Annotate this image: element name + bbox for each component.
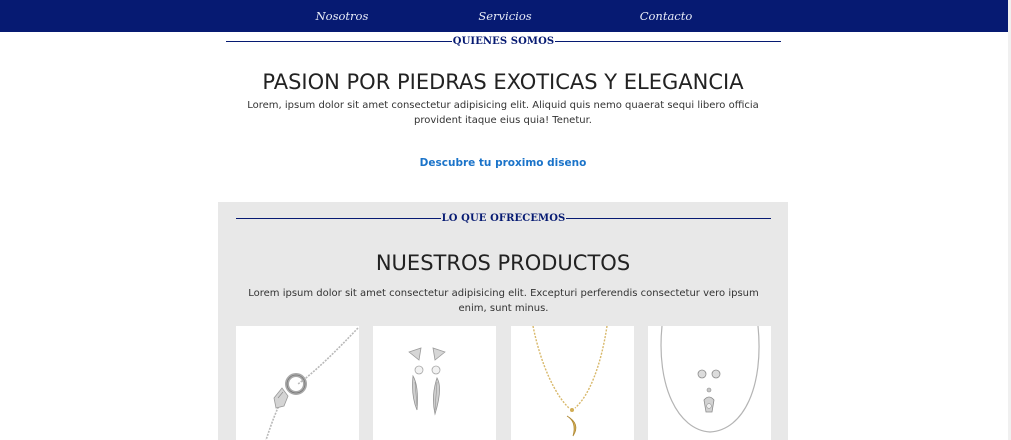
about-section-label: QUIENES SOMOS <box>452 35 555 47</box>
about-section-divider: QUIENES SOMOS <box>226 34 781 48</box>
products-section-divider: LO QUE OFRECEMOS <box>236 211 771 225</box>
about-title: PASION POR PIEDRAS EXOTICAS Y ELEGANCIA <box>262 70 744 94</box>
divider-line-right <box>555 40 781 42</box>
product-card-earrings[interactable] <box>373 326 496 440</box>
divider-line-left <box>236 217 441 219</box>
divider-line-left <box>226 40 452 42</box>
products-description: Lorem ipsum dolor sit amet consectetur a… <box>236 286 771 316</box>
about-description: Lorem, ipsum dolor sit amet consectetur … <box>236 98 770 128</box>
products-description-line-2: enim, sunt minus. <box>458 303 549 314</box>
nav-link-nosotros[interactable]: Nosotros <box>316 9 369 23</box>
nav-link-contacto[interactable]: Contacto <box>640 9 693 23</box>
silver-bracelet-image <box>265 327 359 440</box>
nav-link-servicios[interactable]: Servicios <box>478 9 531 23</box>
top-navbar: Nosotros Servicios Contacto <box>0 0 1008 32</box>
products-section-label: LO QUE OFRECEMOS <box>441 212 566 224</box>
product-card-moon-necklace[interactable] <box>511 326 634 440</box>
product-card-jewelry-set[interactable] <box>648 326 771 440</box>
about-description-line-1: Lorem, ipsum dolor sit amet consectetur … <box>247 100 759 111</box>
products-description-line-1: Lorem ipsum dolor sit amet consectetur a… <box>248 288 759 299</box>
gold-moon-necklace-image <box>532 326 608 437</box>
silver-jewelry-set-image <box>660 326 760 433</box>
silver-earrings-image <box>408 347 446 416</box>
divider-line-right <box>566 217 771 219</box>
about-description-line-2: provident itaque eius quia! Tenetur. <box>414 115 592 126</box>
products-title: NUESTROS PRODUCTOS <box>375 251 631 275</box>
product-card-bracelet[interactable] <box>236 326 359 440</box>
discover-design-link[interactable]: Descubre tu proximo diseno <box>0 157 1006 169</box>
